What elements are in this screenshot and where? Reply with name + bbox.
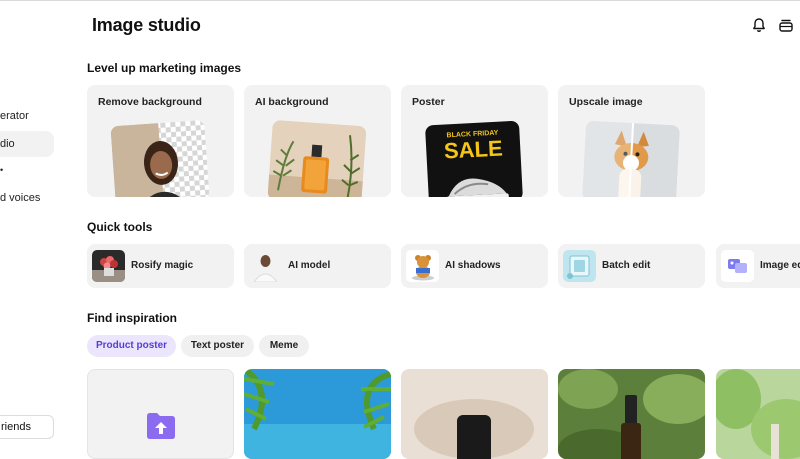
page-title: Image studio — [92, 15, 201, 35]
tool-label: AI shadows — [445, 260, 501, 271]
inspiration-tile-forest[interactable] — [716, 369, 800, 459]
section-title-level-up: Level up marketing images — [87, 61, 242, 75]
stack-icon[interactable] — [778, 17, 794, 33]
inspiration-tile-bottle[interactable] — [401, 369, 548, 459]
card-ai-background[interactable]: AI background — [244, 85, 391, 197]
batch-edit-thumbnail — [563, 250, 596, 282]
invite-friends-button[interactable]: riends — [0, 415, 54, 439]
card-upscale-image[interactable]: Upscale image — [558, 85, 705, 197]
sidebar-item-generator[interactable]: erator — [0, 110, 29, 122]
poster-line-2: SALE — [443, 135, 504, 164]
sidebar-item-dot[interactable]: • — [0, 165, 3, 175]
inspiration-tile-beach[interactable] — [244, 369, 391, 459]
tool-image-editor[interactable]: Image ed — [716, 244, 800, 288]
tool-label: Image ed — [760, 260, 800, 271]
sidebar: erator dio • d voices riends — [0, 0, 60, 450]
card-label: Upscale image — [569, 96, 643, 108]
upscale-image-art — [581, 120, 681, 197]
rosify-thumbnail — [92, 250, 125, 282]
chip-product-poster[interactable]: Product poster — [87, 335, 176, 357]
tool-label: Batch edit — [602, 260, 651, 271]
tool-batch-edit[interactable]: Batch edit — [558, 244, 705, 288]
card-remove-background[interactable]: Remove background — [87, 85, 234, 197]
remove-background-art — [110, 119, 210, 197]
sidebar-item-studio[interactable]: dio — [0, 131, 54, 157]
card-label: AI background — [255, 96, 329, 108]
card-label: Remove background — [98, 96, 202, 108]
poster-art: BLACK FRIDAY SALE — [424, 120, 524, 197]
tool-rosify-magic[interactable]: Rosify magic — [87, 244, 234, 288]
section-title-quick-tools: Quick tools — [87, 220, 153, 234]
image-editor-thumbnail — [721, 250, 754, 282]
card-label: Poster — [412, 96, 445, 108]
bell-icon[interactable] — [751, 17, 767, 33]
ai-background-art — [267, 119, 367, 197]
upload-tile[interactable] — [87, 369, 234, 459]
tool-label: Rosify magic — [131, 260, 194, 271]
upload-folder-icon — [145, 410, 177, 440]
chip-meme[interactable]: Meme — [259, 335, 309, 357]
tool-ai-model[interactable]: AI model — [244, 244, 391, 288]
section-title-inspiration: Find inspiration — [87, 311, 177, 325]
card-poster[interactable]: Poster BLACK FRIDAY SALE — [401, 85, 548, 197]
top-border — [0, 0, 800, 1]
sidebar-item-voices[interactable]: d voices — [0, 192, 40, 204]
ai-shadows-thumbnail — [406, 250, 439, 282]
chip-text-poster[interactable]: Text poster — [181, 335, 254, 357]
ai-model-thumbnail — [249, 250, 282, 282]
tool-ai-shadows[interactable]: AI shadows — [401, 244, 548, 288]
tool-label: AI model — [288, 260, 331, 271]
inspiration-tile-dropper[interactable] — [558, 369, 705, 459]
